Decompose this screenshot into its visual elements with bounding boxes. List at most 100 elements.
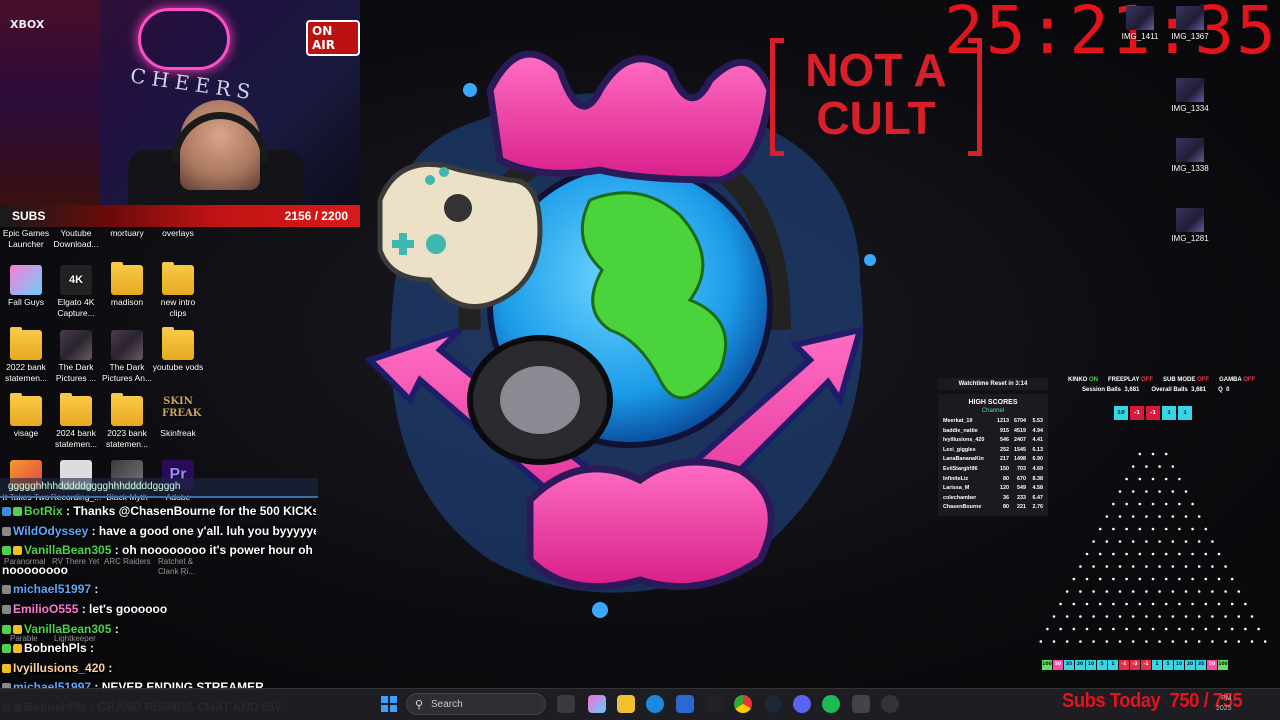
desktop-image-icon[interactable]: IMG_1334 [1164,78,1216,113]
plinko-peg [1178,627,1181,631]
desktop-icon[interactable]: Youtube Download... [50,228,102,250]
plinko-peg [1250,615,1254,618]
desktop-icon-label: Elgato 4K Capture... [57,297,95,318]
high-scores-title: HIGH SCORES [968,399,1018,406]
paint-drop [463,83,477,97]
chat-badge-icon [2,526,11,536]
desktop-image-icon[interactable]: IMG_1281 [1164,208,1216,243]
submode-status: SUB MODE OFF [1163,377,1209,383]
plinko-peg [1052,640,1056,643]
desktop-image-icon[interactable]: IMG_1367 [1164,6,1216,41]
chat-username[interactable]: michael51997 [13,582,91,596]
desktop-icon[interactable]: Fall Guys [0,265,52,308]
plinko-peg [1145,565,1148,568]
plinko-peg [1131,540,1135,543]
high-score-name: InfiniteLiz [943,475,969,482]
high-scores-panel: HIGH SCORES Channel Meerkat_19 1213 6704 5.… [938,394,1048,516]
plinko-peg [1138,527,1142,531]
chat-username[interactable]: VanillaBean305 [24,622,111,636]
desktop-icon[interactable]: The Dark Pictures An... [101,330,153,384]
discord-icon[interactable] [793,695,811,713]
desktop-icon[interactable]: Epic Games Launcher [0,228,52,250]
chat-username[interactable]: BobnehPls [24,641,87,655]
session-balls-label: Session Balls [1082,387,1122,393]
chat-username[interactable]: BotRix [24,504,63,518]
edge-icon[interactable] [646,695,664,713]
plinko-peg [1178,477,1181,481]
plinko-peg [1085,627,1089,631]
desktop-icon[interactable]: youtube vods [152,327,204,373]
file-explorer-icon[interactable] [617,695,635,713]
chat-username[interactable]: VanillaBean305 [24,543,111,557]
high-score-name: baddie_nattie [943,427,978,434]
taskbar-clock[interactable]: PM 2025 [1216,694,1232,714]
desktop-icon[interactable]: SKIN FREAK Skinfreak [152,396,204,439]
desktop-icon[interactable]: new intro clips [152,262,204,319]
windows-start-icon[interactable] [381,696,397,712]
session-balls-value: 3,681 [1124,387,1140,393]
desktop-image-icon[interactable]: IMG_1338 [1164,138,1216,173]
multiplier-chip: 1 [1162,406,1176,420]
plinko-peg [1158,565,1161,568]
chat-message: noooooooo [2,563,316,577]
high-score-row: colechamber 36 233 6.47 [938,494,1048,504]
desktop-icon[interactable]: The Dark Pictures ... [50,330,102,384]
gamba-status: GAMBA OFF [1219,377,1255,383]
plinko-peg [1151,452,1155,456]
desktop-icon[interactable]: 2024 bank statemen... [50,393,102,450]
image-icon [1126,6,1154,30]
folder-icon [111,262,143,295]
chat-username[interactable]: WildOdyssey [13,524,88,538]
desktop-icon[interactable]: 4K Elgato 4K Capture... [50,265,102,319]
plinko-peg [1178,502,1181,506]
plinko-peg [1131,490,1135,493]
clock-time: PM [1221,695,1232,702]
desktop-icon[interactable]: mortuary [101,228,153,239]
chat-username[interactable]: EmilioO555 [13,602,78,616]
plinko-peg [1197,640,1201,643]
chat-message: WildOdyssey : have a good one y'all. luh… [2,524,316,538]
desktop-icon-label: 2024 bank statemen... [54,428,98,449]
task-view-icon[interactable] [557,695,575,713]
taskbar-search[interactable]: ⚲ Search [406,693,546,715]
desktop-icon[interactable]: overlays [152,228,204,239]
plinko-peg [1158,640,1161,643]
plinko-peg [1145,640,1148,643]
search-placeholder: Search [431,699,463,710]
image-label: IMG_1281 [1171,234,1209,243]
desktop-icon[interactable]: 2023 bank statemen... [101,393,153,450]
desktop-icon[interactable]: visage [0,393,52,439]
high-score-row: baddie_nattie 915 4519 4.94 [938,427,1048,437]
terminal-icon[interactable] [852,695,870,713]
copilot-icon[interactable] [588,695,606,713]
chat-badge-icon [13,507,22,516]
desktop-image-icon[interactable]: IMG_1411 [1114,6,1166,41]
chrome-icon[interactable] [734,695,752,713]
spotify-icon[interactable] [822,695,840,713]
plinko-peg [1237,615,1241,618]
plinko-peg [1237,590,1241,593]
multiplier-chip: -1 [1146,406,1160,420]
plinko-peg [1138,602,1142,606]
plinko-peg [1112,627,1115,631]
store-icon[interactable] [676,695,694,713]
plinko-peg [1171,540,1175,543]
steam-icon[interactable] [764,695,782,713]
plinko-peg [1098,602,1102,606]
subs-today-label: Subs Today [1062,690,1161,712]
plinko-peg [1072,627,1076,631]
plinko-peg [1211,640,1214,643]
kinko-label: KINKO [1068,377,1088,383]
chat-username[interactable]: Ivyillusions_420 [13,661,105,675]
chat-message: BotRix : Thanks @ChasenBourne for the 50… [2,504,316,518]
image-icon [1176,6,1204,30]
plinko-peg [1046,627,1049,631]
image-icon [1176,78,1204,102]
obs-icon[interactable] [705,695,723,713]
plinko-peg [1072,602,1076,606]
desktop-icon[interactable]: 2022 bank statemen... [0,327,52,384]
desktop-icon[interactable]: madison [101,262,153,308]
chat-message: Ivyillusions_420 : [2,661,316,675]
media-player-icon[interactable] [881,695,899,713]
plinko-peg [1158,465,1161,468]
